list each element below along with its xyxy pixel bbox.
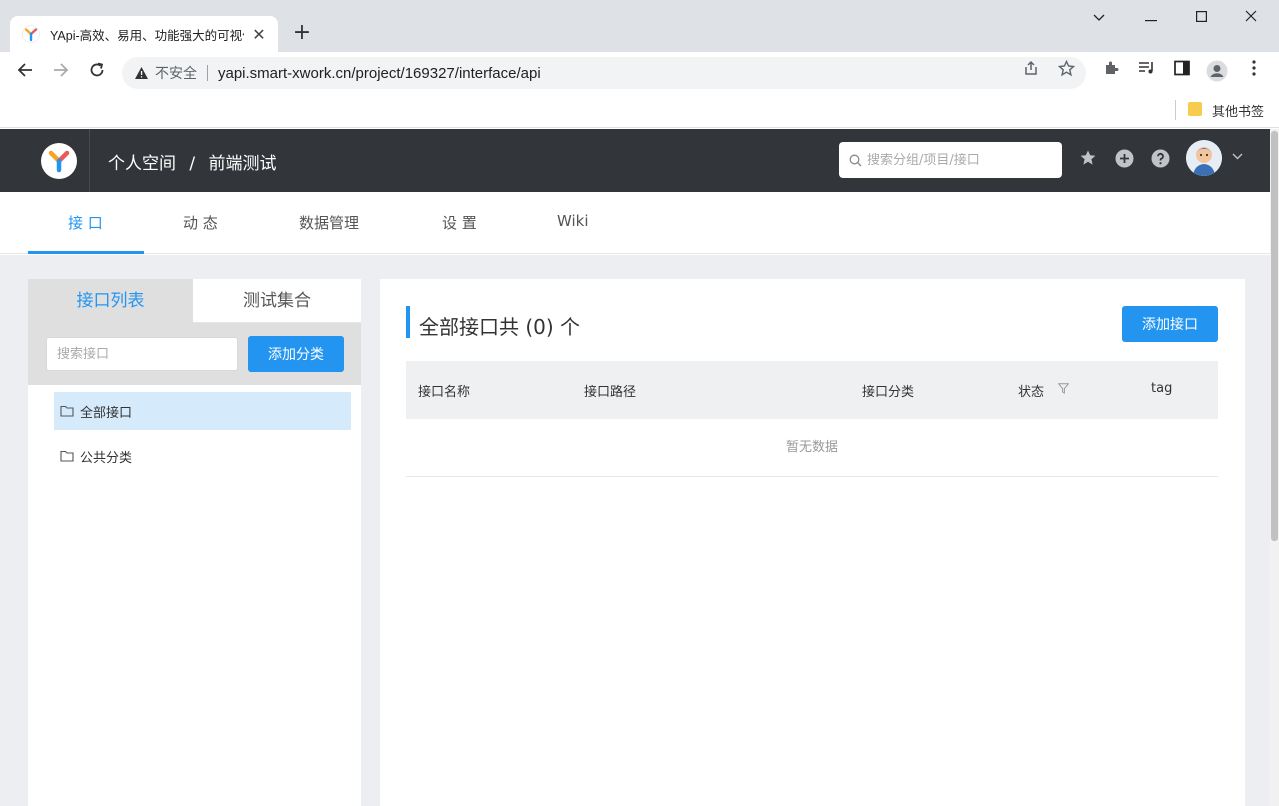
column-header-category: 接口分类 — [862, 385, 915, 400]
new-tab-button[interactable]: + — [288, 20, 316, 48]
other-bookmarks-link[interactable]: 其他书签 — [1212, 101, 1264, 120]
side-panel-icon[interactable] — [1171, 60, 1193, 82]
tree-item-all-interfaces[interactable]: 全部接口 — [54, 392, 351, 430]
tree-item-label: 公共分类 — [80, 450, 133, 466]
security-status-label[interactable]: 不安全 — [155, 63, 197, 83]
reload-icon[interactable] — [84, 60, 110, 86]
interface-search-input[interactable] — [46, 337, 238, 371]
interface-sidebar: 接口列表 测试集合 添加分类 全部接口 公共分类 — [28, 279, 361, 806]
column-header-path: 接口路径 — [584, 385, 637, 400]
browser-tab[interactable]: YApi-高效、易用、功能强大的可视化接口管理平台 ✕ — [10, 16, 278, 52]
bookmark-star-icon[interactable] — [1057, 59, 1075, 78]
folder-icon — [60, 405, 74, 417]
add-interface-button[interactable]: 添加接口 — [1122, 306, 1218, 342]
user-avatar[interactable] — [1186, 140, 1222, 176]
media-queue-icon[interactable] — [1136, 60, 1158, 82]
column-header-tag: tag — [1151, 381, 1173, 396]
browser-tabstrip: YApi-高效、易用、功能强大的可视化接口管理平台 ✕ + — [0, 0, 1279, 52]
minimize-icon[interactable] — [1126, 0, 1176, 34]
title-accent-bar — [406, 306, 410, 338]
app-header: 个人空间 / 前端测试 — [0, 129, 1270, 192]
window-close-icon[interactable] — [1226, 0, 1276, 34]
interface-main-panel: 全部接口共 (0) 个 添加接口 接口名称 接口路径 接口分类 状态 tag 暂… — [380, 279, 1245, 806]
tab-interface[interactable]: 接 口 — [68, 212, 103, 233]
tab-interface-list[interactable]: 接口列表 — [28, 279, 193, 323]
tab-data-management[interactable]: 数据管理 — [299, 212, 359, 233]
sidebar-search-row: 添加分类 — [28, 323, 361, 385]
chevron-down-icon[interactable] — [1074, 0, 1124, 34]
add-category-button[interactable]: 添加分类 — [248, 336, 344, 372]
sidebar-tabs: 接口列表 测试集合 — [28, 279, 361, 323]
share-icon[interactable] — [1022, 60, 1040, 78]
active-tab-indicator — [28, 251, 144, 254]
browser-tab-title: YApi-高效、易用、功能强大的可视化接口管理平台 — [50, 28, 244, 43]
bookmarks-divider — [1175, 100, 1176, 120]
empty-table-placeholder: 暂无数据 — [406, 419, 1218, 477]
bookmark-folder-icon[interactable] — [1188, 102, 1202, 116]
tab-test-collection[interactable]: 测试集合 — [193, 279, 361, 323]
back-arrow-icon[interactable] — [12, 60, 38, 86]
logo-container[interactable] — [28, 129, 90, 192]
more-menu-icon[interactable] — [1243, 60, 1265, 82]
breadcrumb: 个人空间 / 前端测试 — [108, 149, 285, 174]
project-subnav: 接 口 动 态 数据管理 设 置 Wiki — [0, 192, 1270, 254]
page-title: 全部接口共 (0) 个 — [419, 315, 581, 339]
extensions-puzzle-icon[interactable] — [1100, 60, 1122, 82]
add-circle-icon[interactable] — [1114, 149, 1134, 169]
folder-icon — [60, 450, 74, 462]
tree-item-label: 全部接口 — [80, 405, 133, 421]
tab-settings[interactable]: 设 置 — [442, 212, 477, 233]
breadcrumb-space-link[interactable]: 个人空间 — [108, 154, 176, 174]
tree-item-public-category[interactable]: 公共分类 — [54, 437, 351, 475]
profile-icon[interactable] — [1206, 60, 1228, 82]
tab-wiki[interactable]: Wiki — [557, 212, 589, 230]
column-header-name: 接口名称 — [418, 385, 471, 400]
search-icon — [849, 154, 862, 166]
star-icon[interactable] — [1078, 149, 1098, 169]
yapi-logo-icon[interactable] — [40, 142, 77, 179]
maximize-icon[interactable] — [1176, 0, 1226, 34]
breadcrumb-project[interactable]: 前端测试 — [209, 154, 277, 174]
page-scrollbar-thumb[interactable] — [1271, 131, 1278, 541]
bookmarks-bar: 其他书签 — [0, 94, 1279, 128]
global-search-input[interactable] — [867, 152, 1047, 168]
help-icon[interactable] — [1150, 149, 1170, 169]
yapi-favicon-icon — [22, 25, 40, 43]
browser-toolbar: 不安全 yapi.smart-xwork.cn/project/169327/i… — [0, 52, 1279, 94]
omnibox-divider — [207, 65, 208, 81]
breadcrumb-separator: / — [189, 154, 196, 174]
global-search[interactable] — [839, 142, 1062, 178]
column-header-status: 状态 — [1018, 385, 1045, 400]
address-bar[interactable]: 不安全 yapi.smart-xwork.cn/project/169327/i… — [122, 57, 1086, 89]
warning-triangle-icon — [135, 67, 148, 79]
filter-icon[interactable] — [1058, 383, 1069, 394]
user-menu-caret-icon[interactable] — [1232, 149, 1243, 163]
forward-arrow-icon[interactable] — [48, 60, 74, 86]
url-text[interactable]: yapi.smart-xwork.cn/project/169327/inter… — [218, 65, 541, 82]
tab-activity[interactable]: 动 态 — [183, 212, 218, 233]
tab-close-icon[interactable]: ✕ — [250, 25, 268, 44]
table-header: 接口名称 接口路径 接口分类 状态 tag — [406, 361, 1218, 419]
